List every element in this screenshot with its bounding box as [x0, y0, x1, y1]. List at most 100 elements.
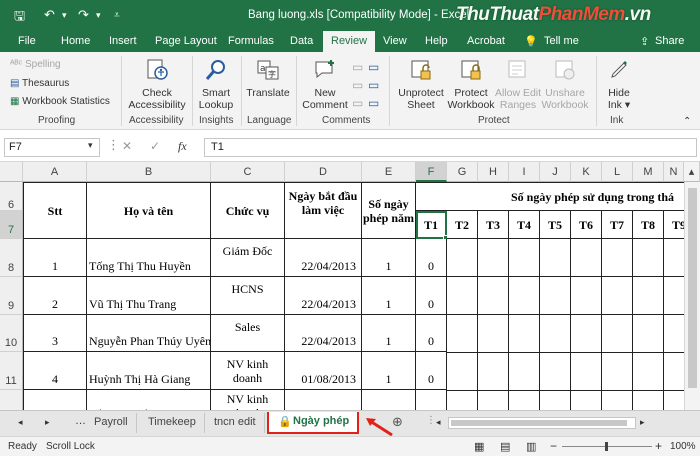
- tab-home[interactable]: Home: [61, 35, 90, 47]
- column-header[interactable]: D: [285, 162, 362, 182]
- more-tabs-icon[interactable]: …: [75, 415, 86, 427]
- save-icon[interactable]: 🖫: [14, 7, 25, 29]
- cell-t1[interactable]: 0: [416, 315, 447, 352]
- column-header[interactable]: B: [87, 162, 211, 182]
- row-header[interactable]: 12: [0, 390, 23, 410]
- protect-workbook-button[interactable]: Protect Workbook: [446, 58, 496, 111]
- tab-file[interactable]: File: [18, 35, 36, 47]
- cell-position[interactable]: NV kinh doanh: [211, 390, 285, 410]
- workbook-statistics-button[interactable]: ▦ Workbook Statistics: [10, 96, 110, 107]
- scroll-left-icon[interactable]: ◂: [436, 417, 441, 428]
- cell-leave-days[interactable]: 1: [362, 352, 416, 390]
- horizontal-scrollbar[interactable]: [448, 417, 636, 429]
- month-cell[interactable]: T4: [509, 211, 540, 239]
- month-cell[interactable]: T7: [602, 211, 633, 239]
- sheet-tab-timekeep[interactable]: Timekeep: [140, 413, 205, 433]
- tab-help[interactable]: Help: [425, 35, 448, 47]
- tell-me-box[interactable]: Tell me: [544, 35, 579, 47]
- zoom-slider[interactable]: [562, 442, 652, 451]
- sheet-tab-ngay-phep[interactable]: 🔒 Ngày phép: [267, 412, 360, 434]
- column-header[interactable]: A: [23, 162, 87, 182]
- cell-name[interactable]: Vũ Thị Thu Trang: [87, 277, 211, 315]
- row-header[interactable]: 11: [0, 352, 23, 390]
- cell-start-date[interactable]: 22/04/2013: [285, 315, 362, 352]
- tab-split-icon[interactable]: ⋮: [426, 415, 436, 426]
- cell-stt[interactable]: 1: [23, 239, 87, 277]
- header-position[interactable]: Chức vụ: [211, 182, 285, 239]
- spelling-button[interactable]: ᴬᴮᶜ Spelling: [10, 59, 61, 70]
- cell-position[interactable]: HCNS: [211, 277, 285, 315]
- tab-insert[interactable]: Insert: [109, 35, 137, 47]
- header-start-date[interactable]: Ngày bắt đầu làm việc: [285, 182, 362, 239]
- enter-icon[interactable]: ✓: [150, 139, 160, 153]
- scroll-right-icon[interactable]: ▸: [640, 417, 645, 428]
- page-layout-view-icon[interactable]: ▤: [500, 440, 510, 453]
- tab-formulas[interactable]: Formulas: [228, 35, 274, 47]
- redo-dropdown-icon[interactable]: ▾: [96, 10, 101, 21]
- month-cell[interactable]: T8: [633, 211, 664, 239]
- allow-edit-ranges-button[interactable]: Allow Edit Ranges: [494, 58, 542, 111]
- cell-start-date[interactable]: [285, 390, 362, 410]
- cell-start-date[interactable]: 01/08/2013: [285, 352, 362, 390]
- name-box[interactable]: F7: [4, 138, 100, 157]
- translate-button[interactable]: a字 Translate: [243, 58, 293, 99]
- column-header[interactable]: K: [571, 162, 602, 182]
- cell-leave-days[interactable]: 1: [362, 239, 416, 277]
- tab-page-layout[interactable]: Page Layout: [155, 35, 217, 47]
- cell-name[interactable]: Tống Thị Thu Huyền: [87, 239, 211, 277]
- customize-qat-icon[interactable]: ⩡: [114, 10, 120, 21]
- cell-leave-days[interactable]: 1: [362, 390, 416, 410]
- show-all-comments-icon[interactable]: ▭: [368, 78, 379, 92]
- sheet-tab-tncn-edit[interactable]: tncn edit: [206, 413, 265, 433]
- name-box-dropdown-icon[interactable]: ▾: [88, 140, 93, 151]
- column-header[interactable]: H: [478, 162, 509, 182]
- column-header[interactable]: E: [362, 162, 416, 182]
- formula-input[interactable]: T1: [204, 138, 697, 157]
- next-comment-icon[interactable]: ▭: [352, 96, 363, 110]
- month-cell[interactable]: T2: [447, 211, 478, 239]
- tab-acrobat[interactable]: Acrobat: [467, 35, 505, 47]
- month-cell[interactable]: T5: [540, 211, 571, 239]
- tab-view[interactable]: View: [383, 35, 407, 47]
- scroll-tabs-right-icon[interactable]: ▸: [45, 417, 50, 428]
- cell-stt[interactable]: 4: [23, 352, 87, 390]
- cell-leave-days[interactable]: 1: [362, 277, 416, 315]
- worksheet-grid[interactable]: A B C D E F G H I J K L M N ▴ 6 7 8 9 10…: [0, 162, 700, 410]
- row-header[interactable]: 9: [0, 277, 23, 315]
- new-comment-button[interactable]: New Comment: [300, 58, 350, 111]
- vertical-scrollbar[interactable]: [684, 182, 700, 410]
- tab-data[interactable]: Data: [290, 35, 313, 47]
- cell-t1[interactable]: 0: [416, 352, 447, 390]
- cell-start-date[interactable]: 22/04/2013: [285, 277, 362, 315]
- select-all-corner[interactable]: [0, 162, 23, 182]
- tab-review[interactable]: Review: [323, 31, 376, 52]
- scroll-tabs-left-icon[interactable]: ◂: [18, 417, 23, 428]
- column-header[interactable]: M: [633, 162, 664, 182]
- row-header[interactable]: 8: [0, 239, 23, 277]
- insert-function-icon[interactable]: fx: [178, 139, 187, 154]
- show-ink-icon[interactable]: ▭: [368, 96, 379, 110]
- column-header[interactable]: L: [602, 162, 633, 182]
- cell-t1[interactable]: 0: [416, 239, 447, 277]
- add-sheet-icon[interactable]: ⊕: [392, 414, 403, 430]
- unprotect-sheet-button[interactable]: Unprotect Sheet: [394, 58, 448, 111]
- row-header-selected[interactable]: 7: [0, 211, 23, 239]
- row-header[interactable]: 6: [0, 182, 23, 211]
- previous-comment-icon[interactable]: ▭: [352, 78, 363, 92]
- column-header[interactable]: G: [447, 162, 478, 182]
- cell-leave-days[interactable]: 1: [362, 315, 416, 352]
- zoom-slider-thumb[interactable]: [605, 442, 608, 451]
- header-leave-days[interactable]: Số ngày phép năm: [362, 182, 416, 239]
- vertical-scroll-thumb[interactable]: [688, 188, 697, 388]
- cell-name[interactable]: Nguyễn Phan Thúy Uyên: [87, 315, 211, 352]
- cancel-icon[interactable]: ✕: [122, 139, 132, 153]
- cell-stt[interactable]: 2: [23, 277, 87, 315]
- page-break-view-icon[interactable]: ▥: [526, 440, 536, 453]
- zoom-level[interactable]: 100%: [670, 441, 696, 452]
- hide-ink-button[interactable]: Hide Ink ▾: [600, 58, 638, 111]
- header-stt[interactable]: Stt: [23, 182, 87, 239]
- show-comment-icon[interactable]: ▭: [368, 60, 379, 74]
- column-header-selected[interactable]: F: [416, 162, 447, 182]
- column-header[interactable]: C: [211, 162, 285, 182]
- undo-dropdown-icon[interactable]: ▾: [62, 10, 67, 21]
